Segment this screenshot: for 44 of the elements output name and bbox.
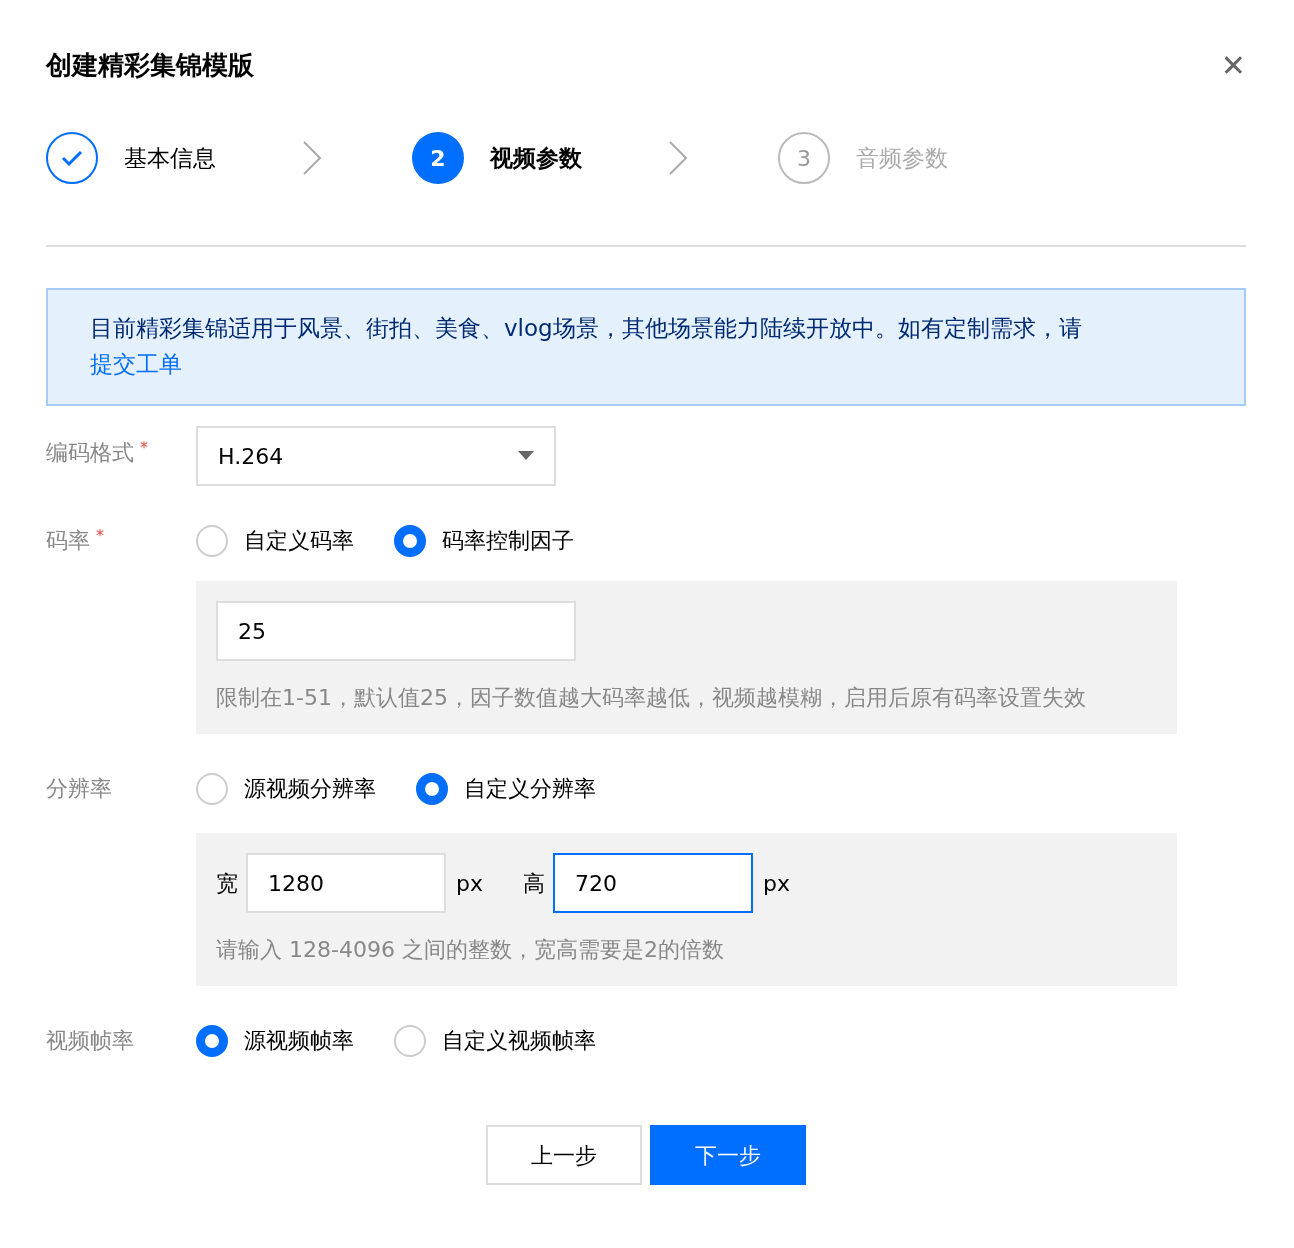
hint-text: 限制在1-51，默认值25，因子数值越大码率越低，视频越模糊，启用后原有码率设置失效 bbox=[216, 684, 1087, 713]
required-mark: * bbox=[140, 437, 148, 460]
previous-button[interactable]: 上一步 bbox=[486, 1125, 642, 1186]
step-label: 基本信息 bbox=[124, 143, 216, 173]
factor-input[interactable]: 25 bbox=[216, 601, 576, 662]
radio-button[interactable] bbox=[196, 524, 228, 557]
check-icon bbox=[60, 149, 84, 168]
required-mark: * bbox=[96, 525, 104, 548]
dimension-label: 宽 bbox=[216, 869, 238, 898]
radio-button[interactable] bbox=[416, 772, 448, 805]
radio-label: 自定义分辨率 bbox=[464, 775, 596, 804]
chevron-right-icon bbox=[668, 141, 688, 176]
dropdown-caret-icon bbox=[518, 451, 534, 462]
radio-button[interactable] bbox=[196, 1024, 228, 1057]
field-label: 分辨率 bbox=[46, 775, 112, 804]
radio-button[interactable] bbox=[394, 524, 426, 557]
next-button[interactable]: 下一步 bbox=[650, 1125, 806, 1186]
field-label: 码率 bbox=[46, 527, 90, 556]
unit-label: px bbox=[456, 869, 483, 898]
submit-ticket-link[interactable]: 提交工单 bbox=[90, 351, 182, 378]
step-number: 3 bbox=[778, 132, 830, 185]
radio-label: 源视频帧率 bbox=[244, 1027, 354, 1056]
hint-text: 请输入 128-4096 之间的整数，宽高需要是2的倍数 bbox=[216, 936, 725, 965]
radio-label: 自定义码率 bbox=[244, 527, 354, 556]
dialog-title: 创建精彩集锦模版 bbox=[46, 50, 254, 82]
step-number: 2 bbox=[412, 132, 464, 185]
select-value: H.264 bbox=[218, 442, 284, 471]
step-label: 音频参数 bbox=[856, 143, 948, 173]
notice-text: 目前精彩集锦适用于风景、街拍、美食、vlog场景，其他场景能力陆续开放中。如有定制需求，请 提交工单 bbox=[46, 288, 1246, 407]
radio-label: 自定义视频帧率 bbox=[442, 1027, 596, 1056]
step-label: 视频参数 bbox=[490, 143, 582, 173]
dimension-label: 高 bbox=[523, 869, 545, 898]
radio-label: 源视频分辨率 bbox=[244, 775, 376, 804]
radio-button[interactable] bbox=[196, 772, 228, 805]
field-label: 编码格式 bbox=[46, 439, 134, 468]
dimension-input[interactable]: 1280 bbox=[246, 853, 446, 914]
radio-button[interactable] bbox=[394, 1024, 426, 1057]
codec-select[interactable]: H.264 bbox=[196, 426, 556, 487]
chevron-right-icon bbox=[302, 141, 322, 176]
dimension-input[interactable]: 720 bbox=[553, 853, 753, 914]
radio-label: 码率控制因子 bbox=[442, 527, 574, 556]
field-label: 视频帧率 bbox=[46, 1027, 134, 1056]
unit-label: px bbox=[763, 869, 790, 898]
close-button[interactable]: ✕ bbox=[1220, 50, 1246, 81]
